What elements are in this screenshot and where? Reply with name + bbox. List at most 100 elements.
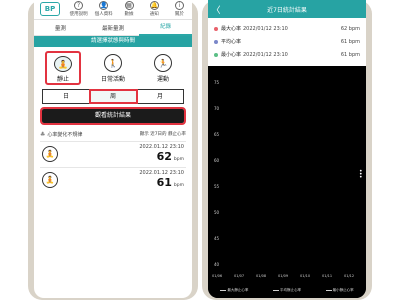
record-value: 62 bpm [157,150,184,163]
period-day-button[interactable]: 日 [43,90,90,103]
bottom-legend-label: 最小靜止心率 [332,288,354,292]
nav-item-profile[interactable]: 👤 個人資料 [91,0,116,17]
state-daily-button[interactable]: 🚶 日常活動 [95,51,131,85]
stage: BP ? 使用說明 👤 個人資料 ▦ 數據 🔔 通知 i 關於 量測 最新量測 … [0,0,400,300]
period-month-button[interactable]: 月 [137,90,183,103]
top-nav: BP ? 使用說明 👤 個人資料 ▦ 數據 🔔 通知 i 關於 [34,0,192,20]
nav-label: 關於 [174,12,184,17]
record-bpm: 62 [156,150,172,163]
walk-icon: 🚶 [104,54,122,72]
left-screen: BP ? 使用說明 👤 個人資料 ▦ 數據 🔔 通知 i 關於 量測 最新量測 … [34,0,192,298]
y-tick-label: 45 [214,236,220,241]
y-tick-label: 40 [214,262,220,267]
bottom-legend-item: 平均靜止心率 [272,288,301,293]
question-icon: ? [74,1,84,10]
legend-value: 62 bpm [340,25,360,32]
legend-row: 最大心率 2022/01/12 23:10 62 bpm [208,22,366,35]
tab-measure[interactable]: 量測 [34,24,87,32]
right-phone: 〈 近7日統計結果 最大心率 2022/01/12 23:10 62 bpm 平… [202,0,372,300]
logo-text: BP [44,5,56,13]
state-exercise-button[interactable]: 🏃 運動 [145,51,181,85]
run-icon: 🏃 [154,54,172,72]
legend-name: 平均心率 [221,39,242,45]
legend-time: 2022/01/12 23:10 [243,25,288,32]
legend-value: 61 bpm [340,38,360,45]
stats-header: 〈 近7日統計結果 [208,0,366,18]
list-item[interactable]: 🧘 2022.01.12 23:10 61 bpm [40,167,186,191]
person-icon: 👤 [99,1,109,10]
hr-change: ♣ 心率變化不規律 [40,131,82,138]
state-label: 靜止 [56,76,69,83]
nav-label: 使用說明 [69,12,88,17]
legend-row: 平均心率 61 bpm [208,35,366,48]
tab-latest[interactable]: 最新量測 [87,24,140,32]
hr-info-row: ♣ 心率變化不規律 顯示 近7日的 靜止心率 [34,129,192,139]
select-prompt: 請選擇狀態與時間 [34,36,192,47]
view-stats-button[interactable]: 觀看統計結果 [40,107,186,125]
heart-rate-chart: 75 70 65 60 55 50 45 40 01/06 01/07 01/0… [208,66,366,298]
x-tick-label: 01/10 [300,274,311,278]
legend-dot [214,52,218,57]
legend-line [325,290,332,291]
app-logo[interactable]: BP [40,2,60,16]
y-tick-label: 75 [214,80,220,85]
bell-icon: 🔔 [149,1,159,10]
legend-row: 最小心率 2022/01/12 23:10 61 bpm [208,48,366,61]
y-tick-label: 60 [214,158,220,163]
state-rest-button[interactable]: 🧘 靜止 [45,51,81,85]
x-tick-label: 01/08 [256,274,267,278]
x-tick-label: 01/12 [344,274,355,278]
bottom-legend-label: 最大靜止心率 [227,288,249,292]
sub-tabs: 量測 最新量測 紀錄 [34,20,192,36]
nav-item-help[interactable]: ? 使用說明 [66,0,91,17]
state-selector: 🧘 靜止 🚶 日常活動 🏃 運動 [34,47,192,85]
back-icon[interactable]: 〈 [208,3,224,16]
left-phone: BP ? 使用說明 👤 個人資料 ▦ 數據 🔔 通知 i 關於 量測 最新量測 … [28,0,198,300]
legend-dot [214,26,218,31]
meditate-icon: 🧘 [54,56,72,72]
y-tick-label: 70 [214,106,220,111]
x-tick-label: 01/11 [322,274,333,278]
state-label: 運動 [156,76,169,83]
warning-icon: ♣ [40,130,46,138]
legend-time: 2022/01/12 23:10 [243,51,288,58]
nav-label: 個人資料 [94,12,113,17]
info-icon: i [174,1,184,10]
list-item[interactable]: 🧘 2022.01.12 23:10 62 bpm [40,141,186,165]
legend-name: 最大心率 [221,26,242,32]
y-tick-label: 50 [214,210,220,215]
y-tick-label: 65 [214,132,220,137]
x-tick-label: 01/06 [212,274,223,278]
nav-label: 通知 [149,12,159,17]
hr-change-label: 心率變化不規律 [47,131,83,138]
nav-item-data[interactable]: ▦ 數據 [116,0,141,17]
nav-label: 數據 [124,12,134,17]
state-label: 日常活動 [100,76,125,83]
kebab-menu-icon[interactable]: • • • [359,169,363,181]
legend-value: 61 bpm [340,51,360,58]
record-value: 61 bpm [157,176,184,189]
right-screen: 〈 近7日統計結果 最大心率 2022/01/12 23:10 62 bpm 平… [208,0,366,298]
period-selector: 日 周 月 [42,89,184,104]
period-week-button[interactable]: 周 [89,89,138,104]
page-title: 近7日統計結果 [267,6,307,14]
hr-display-label: 顯示 近7日的 靜止心率 [139,132,186,137]
record-unit: bpm [173,183,184,188]
tab-records[interactable]: 紀錄 [139,20,192,36]
legend-panel: 最大心率 2022/01/12 23:10 62 bpm 平均心率 61 bpm… [208,18,366,66]
nav-item-notify[interactable]: 🔔 通知 [142,0,167,17]
record-body: 2022.01.12 23:10 62 bpm [58,144,186,163]
chart-icon: ▦ [124,1,134,10]
x-tick-label: 01/07 [234,274,245,278]
bottom-legend-label: 平均靜止心率 [279,288,301,292]
legend-name: 最小心率 [221,52,242,58]
x-tick-label: 01/09 [278,274,289,278]
legend-line [220,290,227,291]
chart-bottom-legend: 最大靜止心率 平均靜止心率 最小靜止心率 [208,288,366,293]
bottom-legend-item: 最大靜止心率 [220,288,248,293]
meditate-icon: 🧘 [42,171,58,188]
meditate-icon: 🧘 [42,145,58,162]
nav-item-about[interactable]: i 關於 [167,0,192,17]
record-unit: bpm [173,157,184,162]
record-body: 2022.01.12 23:10 61 bpm [58,170,186,189]
